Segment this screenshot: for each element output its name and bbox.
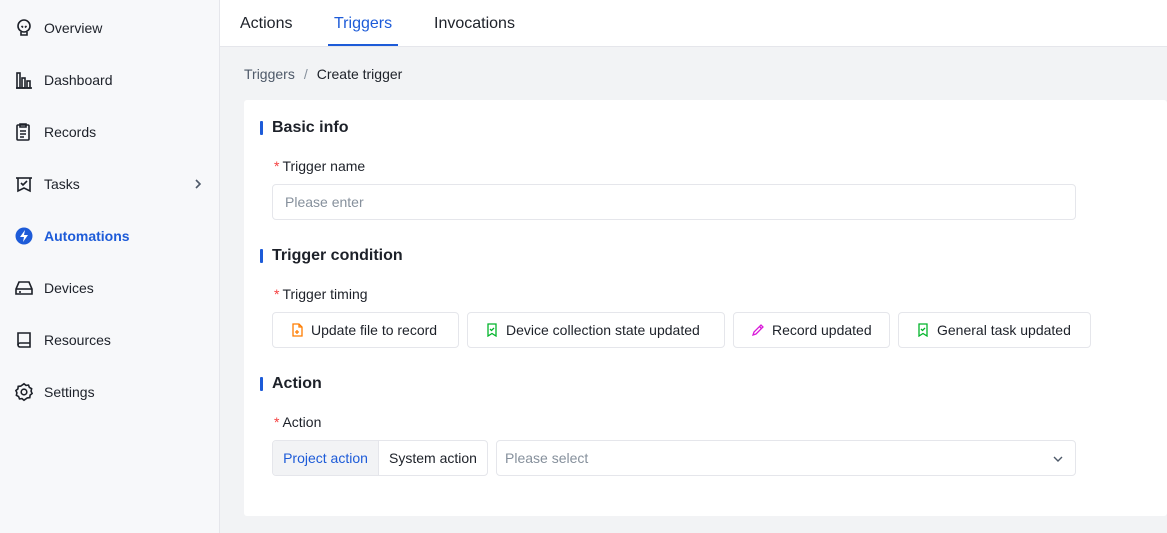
sidebar-item-automations[interactable]: Automations xyxy=(0,216,219,256)
sidebar-item-settings[interactable]: Settings xyxy=(0,372,219,412)
create-trigger-form: Basic info * Trigger name Trigger condit… xyxy=(244,100,1167,516)
tab-actions[interactable]: Actions xyxy=(240,0,292,47)
breadcrumb-triggers-link[interactable]: Triggers xyxy=(244,66,295,82)
action-select[interactable]: Please select xyxy=(496,440,1076,476)
section-trigger-condition: Trigger condition xyxy=(260,246,403,266)
chevron-right-icon xyxy=(195,179,202,189)
trigger-name-input[interactable] xyxy=(272,184,1076,220)
section-basic-info: Basic info xyxy=(260,118,348,138)
required-mark: * xyxy=(274,414,280,430)
section-marker xyxy=(260,121,263,135)
sidebar-item-label: Automations xyxy=(44,228,130,244)
project-action-button[interactable]: Project action xyxy=(273,441,379,475)
tab-triggers[interactable]: Triggers xyxy=(327,0,399,47)
sidebar-item-label: Resources xyxy=(44,332,111,348)
sidebar-item-label: Settings xyxy=(44,384,95,400)
required-mark: * xyxy=(274,286,280,302)
breadcrumb-current: Create trigger xyxy=(316,66,403,82)
required-mark: * xyxy=(274,158,280,174)
sidebar-item-label: Devices xyxy=(44,280,94,296)
tab-invocations[interactable]: Invocations xyxy=(434,0,515,47)
gear-icon xyxy=(13,381,35,403)
section-action: Action xyxy=(260,374,322,394)
action-label: * Action xyxy=(274,414,322,430)
bookmark-check-icon xyxy=(915,322,931,338)
select-placeholder: Please select xyxy=(505,450,589,466)
pencil-icon xyxy=(750,322,766,338)
sidebar: Overview Dashboard Records Tasks Automat… xyxy=(0,0,220,533)
trigger-timing-label: * Trigger timing xyxy=(274,286,368,302)
book-icon xyxy=(13,329,35,351)
timing-option-general-task[interactable]: General task updated xyxy=(898,312,1091,348)
timing-option-device-collection[interactable]: Device collection state updated xyxy=(467,312,725,348)
breadcrumb-separator: / xyxy=(303,66,308,82)
lightbulb-icon xyxy=(13,17,35,39)
sidebar-item-label: Tasks xyxy=(44,176,80,192)
chevron-down-icon xyxy=(1053,456,1063,462)
sidebar-item-tasks[interactable]: Tasks xyxy=(0,164,219,204)
bookmark-check-icon xyxy=(484,322,500,338)
section-title: Trigger condition xyxy=(272,247,403,264)
system-action-button[interactable]: System action xyxy=(379,441,487,475)
bar-chart-icon xyxy=(13,69,35,91)
task-icon xyxy=(13,173,35,195)
sidebar-item-dashboard[interactable]: Dashboard xyxy=(0,60,219,100)
lightning-icon xyxy=(13,225,35,247)
sidebar-item-devices[interactable]: Devices xyxy=(0,268,219,308)
file-upload-icon xyxy=(289,322,305,338)
timing-option-record-updated[interactable]: Record updated xyxy=(733,312,890,348)
sidebar-item-records[interactable]: Records xyxy=(0,112,219,152)
section-marker xyxy=(260,377,263,391)
trigger-name-label: * Trigger name xyxy=(274,158,366,174)
section-marker xyxy=(260,249,263,263)
sidebar-item-label: Dashboard xyxy=(44,72,113,88)
sidebar-item-overview[interactable]: Overview xyxy=(0,8,219,48)
sidebar-item-label: Records xyxy=(44,124,97,140)
timing-option-update-file[interactable]: Update file to record xyxy=(272,312,459,348)
section-title: Basic info xyxy=(272,119,349,136)
breadcrumb: Triggers / Create trigger xyxy=(244,64,402,84)
sidebar-item-resources[interactable]: Resources xyxy=(0,320,219,360)
clipboard-icon xyxy=(13,121,35,143)
action-type-segmented: Project action System action xyxy=(272,440,488,476)
sidebar-item-label: Overview xyxy=(44,20,103,36)
device-icon xyxy=(13,277,35,299)
section-title: Action xyxy=(272,375,322,392)
top-tab-bar: Actions Triggers Invocations xyxy=(220,0,1167,47)
